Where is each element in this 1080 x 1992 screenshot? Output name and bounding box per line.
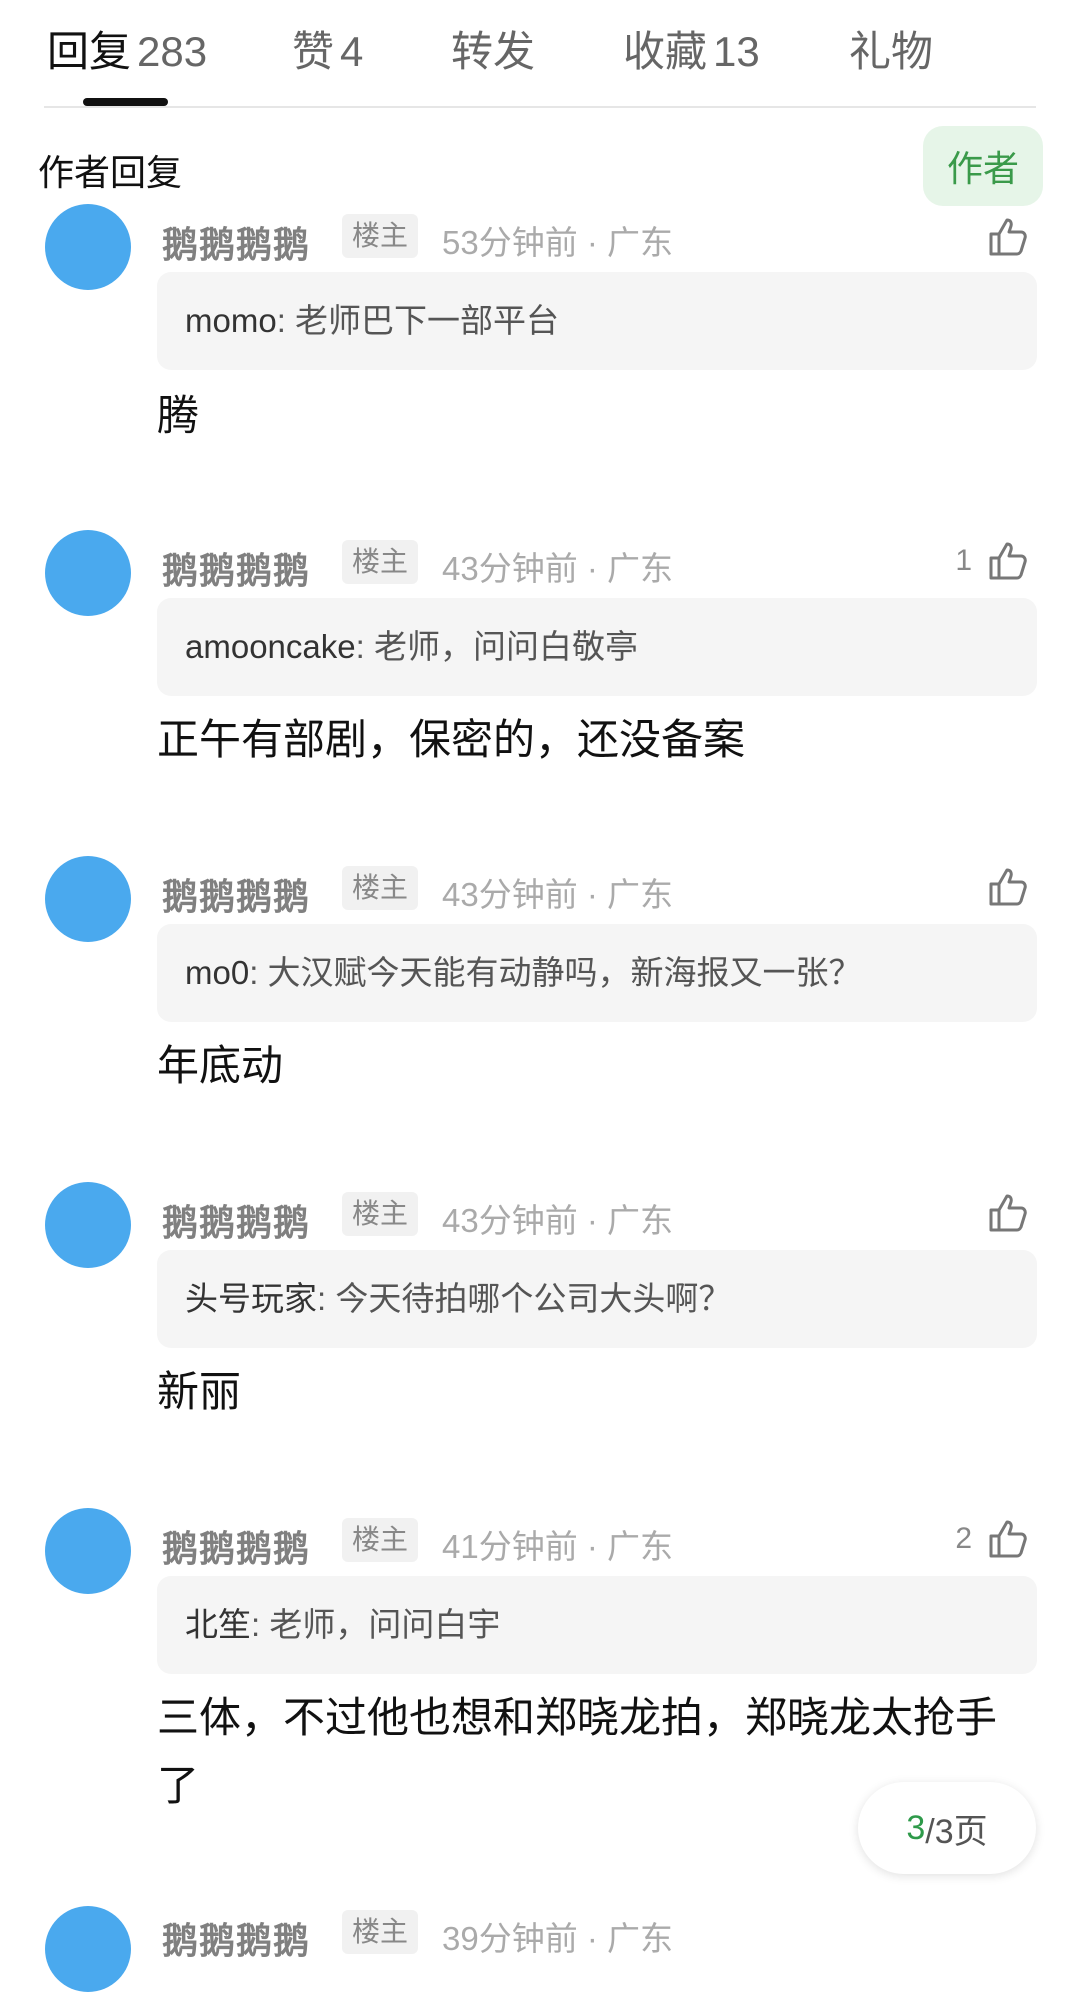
thumbs-up-icon[interactable] bbox=[985, 536, 1033, 584]
quote-colon: : bbox=[251, 1606, 270, 1643]
tab-favorites-label: 收藏 bbox=[623, 28, 708, 75]
reply-text: 新丽 bbox=[157, 1368, 242, 1415]
tab-replies-label: 回复 bbox=[47, 28, 132, 75]
avatar[interactable] bbox=[45, 856, 131, 942]
current-page: 3 bbox=[906, 1808, 926, 1847]
thumbs-up-icon[interactable] bbox=[985, 212, 1033, 260]
thumbs-up-icon[interactable] bbox=[985, 1188, 1033, 1236]
author-name[interactable]: 鹅鹅鹅鹅 bbox=[162, 542, 310, 594]
quoted-text: 今天待拍哪个公司大头啊？ bbox=[335, 1280, 732, 1317]
thumbs-up-icon[interactable] bbox=[985, 862, 1033, 910]
tab-likes-count: 4 bbox=[340, 28, 364, 75]
author-name[interactable]: 鹅鹅鹅鹅 bbox=[162, 1194, 310, 1246]
quoted-user: momo bbox=[185, 302, 277, 339]
quote-colon: : bbox=[317, 1280, 336, 1317]
comment-meta: 43分钟前 · 广东 bbox=[442, 876, 674, 913]
author-replies-label: 作者回复 bbox=[38, 152, 183, 193]
like-count: 2 bbox=[955, 1522, 972, 1555]
tab-bar: 回复 283 赞4 转发 收藏 13 礼物 bbox=[0, 0, 1080, 108]
quoted-text: 老师巴下一部平台 bbox=[295, 302, 560, 339]
quote-colon: : bbox=[276, 302, 296, 339]
author-name[interactable]: 鹅鹅鹅鹅 bbox=[162, 1912, 310, 1964]
active-tab-indicator bbox=[83, 98, 168, 106]
reply-text: 腾 bbox=[157, 392, 200, 439]
op-badge: 楼主 bbox=[342, 1192, 419, 1236]
comment-meta: 39分钟前 · 广东 bbox=[442, 1920, 674, 1957]
comment-meta: 41分钟前 · 广东 bbox=[442, 1528, 674, 1565]
author-filter-button[interactable]: 作者 bbox=[923, 126, 1043, 206]
quoted-comment[interactable]: 北笙: 老师，问问白宇 bbox=[157, 1576, 1037, 1674]
quoted-user: 头号玩家 bbox=[185, 1280, 317, 1317]
op-badge: 楼主 bbox=[342, 1518, 419, 1562]
avatar[interactable] bbox=[45, 204, 131, 290]
quoted-text: 老师，问问白敬亭 bbox=[373, 628, 638, 665]
comment-meta: 43分钟前 · 广东 bbox=[442, 1202, 674, 1239]
like-count: 1 bbox=[955, 544, 972, 577]
quoted-comment[interactable]: mo0: 大汉赋今天能有动静吗，新海报又一张？ bbox=[157, 924, 1037, 1022]
tab-likes[interactable]: 赞4 bbox=[292, 18, 363, 79]
quoted-comment[interactable]: momo: 老师巴下一部平台 bbox=[157, 272, 1037, 370]
avatar[interactable] bbox=[45, 1906, 131, 1992]
op-badge: 楼主 bbox=[342, 1910, 419, 1954]
tab-replies-count: 283 bbox=[137, 28, 208, 75]
tab-gifts-label: 礼物 bbox=[849, 28, 934, 75]
author-name[interactable]: 鹅鹅鹅鹅 bbox=[162, 868, 310, 920]
quoted-user: mo0 bbox=[185, 954, 250, 991]
tab-reposts[interactable]: 转发 bbox=[451, 18, 535, 79]
quoted-text: 大汉赋今天能有动静吗，新海报又一张？ bbox=[267, 954, 862, 991]
tab-favorites[interactable]: 收藏 13 bbox=[623, 18, 760, 79]
quoted-comment[interactable]: amooncake: 老师，问问白敬亭 bbox=[157, 598, 1037, 696]
author-name[interactable]: 鹅鹅鹅鹅 bbox=[162, 216, 310, 268]
tab-likes-label: 赞 bbox=[292, 28, 335, 75]
op-badge: 楼主 bbox=[342, 214, 419, 258]
quoted-comment[interactable]: 头号玩家: 今天待拍哪个公司大头啊？ bbox=[157, 1250, 1037, 1348]
op-badge: 楼主 bbox=[342, 540, 419, 584]
quoted-text: 老师，问问白宇 bbox=[269, 1606, 501, 1643]
reply-text: 年底动 bbox=[157, 1042, 284, 1089]
quoted-user: 北笙 bbox=[185, 1606, 251, 1643]
quote-colon: : bbox=[355, 628, 374, 665]
divider bbox=[44, 106, 1036, 108]
quote-colon: : bbox=[249, 954, 268, 991]
quoted-user: amooncake bbox=[185, 628, 356, 665]
page-indicator[interactable]: 3/3页 bbox=[858, 1782, 1036, 1874]
tab-favorites-count: 13 bbox=[713, 28, 760, 75]
tab-replies[interactable]: 回复 283 bbox=[47, 18, 207, 79]
op-badge: 楼主 bbox=[342, 866, 419, 910]
avatar[interactable] bbox=[45, 1508, 131, 1594]
tab-reposts-label: 转发 bbox=[451, 28, 536, 75]
thumbs-up-icon[interactable] bbox=[985, 1514, 1033, 1562]
avatar[interactable] bbox=[45, 1182, 131, 1268]
reply-text: 正午有部剧，保密的，还没备案 bbox=[157, 716, 746, 763]
comment-meta: 43分钟前 · 广东 bbox=[442, 550, 674, 587]
page-total: /3页 bbox=[925, 1812, 988, 1851]
avatar[interactable] bbox=[45, 530, 131, 616]
tab-gifts[interactable]: 礼物 bbox=[849, 18, 933, 79]
comment-meta: 53分钟前 · 广东 bbox=[442, 224, 674, 261]
author-name[interactable]: 鹅鹅鹅鹅 bbox=[162, 1520, 310, 1572]
